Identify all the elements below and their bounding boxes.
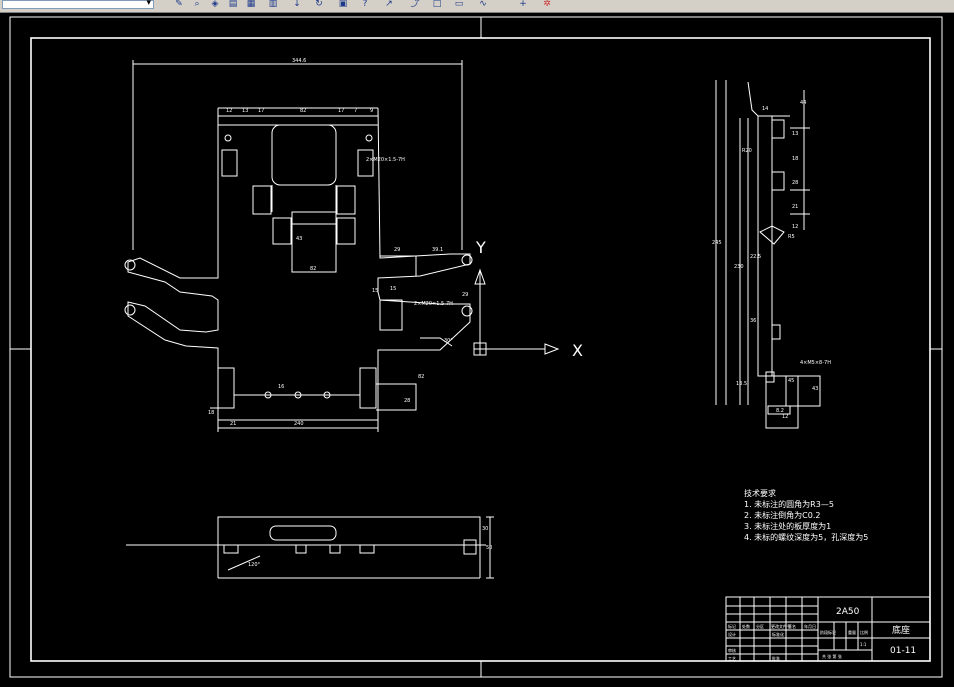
dim-r1: 29 [394,247,400,253]
flame-icon[interactable]: ✲ [540,0,554,9]
dim-21: 21 [230,421,236,427]
tb-label-stage: 阶段标记 [820,629,836,635]
toolbar: ▾ ✎ ⌕ ◈ ▤ ▦ ▥ ↓ ↻ ▣ ? ↗ ⤴ □ ▭ ∿ + ✲ [0,0,954,13]
side-dim-28: 28 [792,180,798,186]
dim-seg-1: 12 [226,108,232,114]
side-dim-245: 245 [712,240,722,246]
dim-angle: 30° [444,338,453,344]
tb-drawing-no: 01-11 [890,646,916,656]
tb-label-design: 设计 [728,631,736,637]
tb-label-zone: 分区 [756,623,764,629]
tb-label-weight: 重量 [848,629,856,635]
main-dimensions: 344.6 12 13 17 82 17 7 9 2×M20×1.5-7H 82… [208,58,468,427]
tb-material: 2A50 [836,607,860,617]
arrow-down-icon[interactable]: ↓ [290,0,304,9]
side-dim-14: 14 [762,106,768,112]
curve-icon[interactable]: ↗ [382,0,396,9]
dim-left-18: 18 [208,410,214,416]
tb-label-date: 年月日 [804,623,816,629]
dim-d29: 29 [462,292,468,298]
ann-upper-right: 2×M20×1.5-7H [366,157,405,163]
side-r5: R5 [788,234,795,240]
rect-icon[interactable]: □ [430,0,444,9]
plus-icon[interactable]: + [516,0,530,9]
dim-boss: 82 [310,266,316,272]
tb-label-process: 工艺 [728,656,736,661]
tb-scale-value: 1:1 [860,642,867,647]
dim-seg-7: 9 [370,108,373,114]
pencil-icon[interactable]: ✎ [172,0,186,9]
tb-label-approve: 批准 [772,655,780,661]
side-r20: R20 [742,148,752,154]
dim-28: 28 [404,398,410,404]
bottom-dim-50: 50 [486,545,492,551]
wave-icon[interactable]: ∿ [476,0,490,9]
note-line-3: 3. 未标注处的板厚度为1 [744,522,832,531]
bottom-dimensions: 120° 50 30 [248,526,492,568]
side-ann-holes: 4×M5×8-7H [800,360,831,366]
dim-seg-3: 17 [258,108,264,114]
note-line-2: 2. 未标注倒角为C0.2 [744,511,821,520]
side-dim-12b: 12 [782,414,788,420]
side-dim-21: 21 [792,204,798,210]
bottom-dim-angle: 120° [248,562,261,568]
dim-82: 82 [418,374,424,380]
columns-icon[interactable]: ▥ [266,0,280,9]
table-icon[interactable]: ▤ [226,0,240,9]
side-dim-230: 230 [734,264,744,270]
ucs-icon [473,268,560,356]
tb-sheet: 共 张 第 张 [822,653,842,659]
side-dim-36: 36 [750,318,756,324]
side-view [715,80,821,429]
dim-seg-4: 82 [300,108,306,114]
dim-seg-5: 17 [338,108,344,114]
dim-d15: 15 [390,286,396,292]
axis-y-label: Y [475,238,486,257]
dim-overall: 344.6 [292,58,306,64]
tb-label-review: 审核 [728,647,736,653]
dim-r2: 39.1 [432,247,443,253]
axis-x-label: X [572,341,583,360]
drawing-canvas[interactable]: 344.6 12 13 17 82 17 7 9 2×M20×1.5-7H 82… [0,13,954,682]
bottom-dim-30: 30 [482,526,488,532]
note-line-1: 1. 未标注的圆角为R3—5 [744,500,834,509]
title-block-labels: 标记 处数 分区 更改文件号 签名 年月日 设计 标准化 审核 工艺 批准 阶段… [728,623,868,661]
ann-holes: 2×M20×1.5-7H [414,301,453,307]
calc-icon[interactable]: ▣ [336,0,350,9]
cad-drawing: 344.6 12 13 17 82 17 7 9 2×M20×1.5-7H 82… [9,16,943,678]
tb-label-count: 处数 [742,623,750,629]
notes-title: 技术要求 [744,489,776,498]
zoom-icon[interactable]: ⌕ [190,0,204,9]
tb-label-sign: 签名 [788,623,796,629]
help-icon[interactable]: ? [358,0,372,9]
dim-center-h: 43 [296,236,302,242]
refresh-icon[interactable]: ↻ [312,0,326,9]
side-dim-12: 12 [792,224,798,230]
dim-r15: 15 [372,288,378,294]
side-dim-45: 45 [788,378,794,384]
note-line-4: 4. 未标的螺纹深度为5，孔深度为5 [744,533,869,542]
grid-icon[interactable]: ▦ [244,0,258,9]
tb-label-scale: 比例 [860,629,868,635]
tb-label-standard: 标准化 [772,631,784,637]
technical-notes: 技术要求 1. 未标注的圆角为R3—5 2. 未标注倒角为C0.2 3. 未标注… [744,488,868,543]
dim-seg-2: 13 [242,108,248,114]
dim-16: 16 [278,384,284,390]
dim-seg-6: 7 [354,108,357,114]
move-icon[interactable]: ⤴ [408,0,422,9]
layer-combo[interactable]: ▾ [2,0,154,9]
tb-label-mark: 标记 [728,623,736,629]
side-dim-225: 22.5 [750,254,761,260]
side-dim-135: 13.5 [736,381,747,387]
side-dim-18: 18 [792,156,798,162]
dim-bottom: 240 [294,421,304,427]
side-dim-43: 43 [812,386,818,392]
rect2-icon[interactable]: ▭ [452,0,466,9]
tb-part-name: 底座 [892,624,910,636]
chevron-down-icon[interactable]: ▾ [146,0,151,8]
layers-icon[interactable]: ◈ [208,0,222,9]
side-dim-13: 13 [792,131,798,137]
bottom-view [126,516,494,579]
side-dim-44: 44 [800,100,806,106]
